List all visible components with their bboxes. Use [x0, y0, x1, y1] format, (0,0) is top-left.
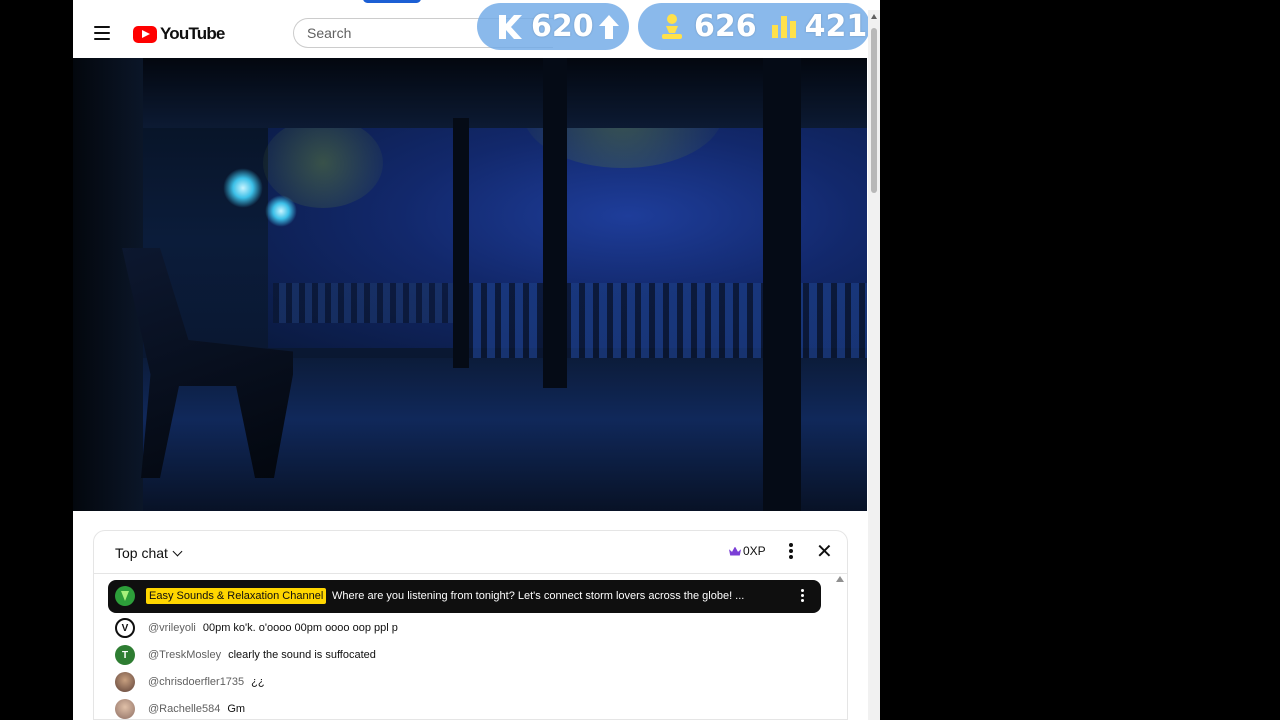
video-post [453, 118, 469, 368]
video-lantern-glow [223, 168, 263, 208]
pawn-icon [662, 13, 682, 39]
video-player[interactable] [73, 58, 867, 511]
message-author[interactable]: @vrileyoli [148, 622, 196, 634]
crown-icon [729, 546, 741, 556]
pinned-text: Where are you listening from tonight? Le… [332, 590, 745, 602]
xp-badge[interactable]: 0XP [729, 544, 766, 558]
menu-icon[interactable] [94, 26, 110, 40]
message-author[interactable]: @Rachelle584 [148, 703, 220, 715]
page-scrollbar[interactable] [868, 10, 880, 720]
pawn-stat-value: 626 [694, 9, 757, 44]
top-chat-dropdown[interactable]: Top chat [115, 545, 183, 561]
chat-header: Top chat 0XP ✕ [94, 531, 847, 574]
scrollbar-thumb[interactable] [871, 28, 877, 193]
chat-scroll-up-icon[interactable] [836, 576, 844, 582]
chat-message: V @vrileyoli 00pm ko'k. o'oooo 00pm oooo… [115, 618, 398, 638]
video-back-rail [273, 283, 453, 323]
top-chat-label: Top chat [115, 545, 168, 561]
close-icon[interactable]: ✕ [816, 542, 833, 562]
arrow-up-icon [598, 14, 619, 39]
chat-message: @chrisdoerfler1735 ¿¿ [115, 672, 265, 692]
chat-message: @Rachelle584 Gm [115, 699, 245, 719]
avatar[interactable]: V [115, 618, 135, 638]
logo-text: YouTube [160, 24, 225, 43]
pinned-message[interactable]: Easy Sounds & Relaxation Channel Where a… [108, 580, 821, 613]
avatar[interactable] [115, 672, 135, 692]
youtube-play-icon [133, 25, 157, 43]
avatar[interactable]: T [115, 645, 135, 665]
video-post [543, 58, 567, 388]
chat-message: T @TreskMosley clearly the sound is suff… [115, 645, 376, 665]
video-porch-roof [73, 58, 867, 128]
video-front-rail [453, 283, 867, 363]
pinned-more-icon[interactable] [799, 589, 805, 605]
live-chat-panel: Top chat 0XP ✕ Easy Sounds & Relaxation … [93, 530, 848, 720]
message-author[interactable]: @TreskMosley [148, 649, 221, 661]
channel-avatar [115, 586, 135, 606]
xp-label: 0XP [743, 544, 766, 558]
pinned-author[interactable]: Easy Sounds & Relaxation Channel [146, 588, 327, 604]
avatar[interactable] [115, 699, 135, 719]
more-options-icon[interactable] [788, 543, 794, 561]
pawn-stat-badge: 626 421 [638, 3, 870, 50]
k-stat-badge: 620 [477, 3, 629, 50]
top-accent-pill [363, 0, 421, 3]
bars-stat-value: 421 [804, 9, 868, 44]
scroll-up-arrow-icon[interactable] [871, 14, 877, 19]
message-text: Gm [227, 703, 246, 715]
message-text: ¿¿ [251, 676, 265, 688]
youtube-logo[interactable]: YouTube [133, 23, 225, 45]
k-stat-value: 620 [531, 9, 594, 44]
message-text: 00pm ko'k. o'oooo 00pm oooo oop ppl p [202, 622, 398, 634]
message-text: clearly the sound is suffocated [228, 649, 376, 661]
chevron-down-icon [172, 546, 183, 556]
video-post [763, 58, 801, 511]
video-lantern-glow [265, 195, 297, 227]
bar-chart-icon [771, 15, 796, 38]
k-letter-icon [499, 14, 522, 39]
message-author[interactable]: @chrisdoerfler1735 [148, 676, 244, 688]
youtube-page: YouTube Top chat 0XP [73, 10, 880, 720]
